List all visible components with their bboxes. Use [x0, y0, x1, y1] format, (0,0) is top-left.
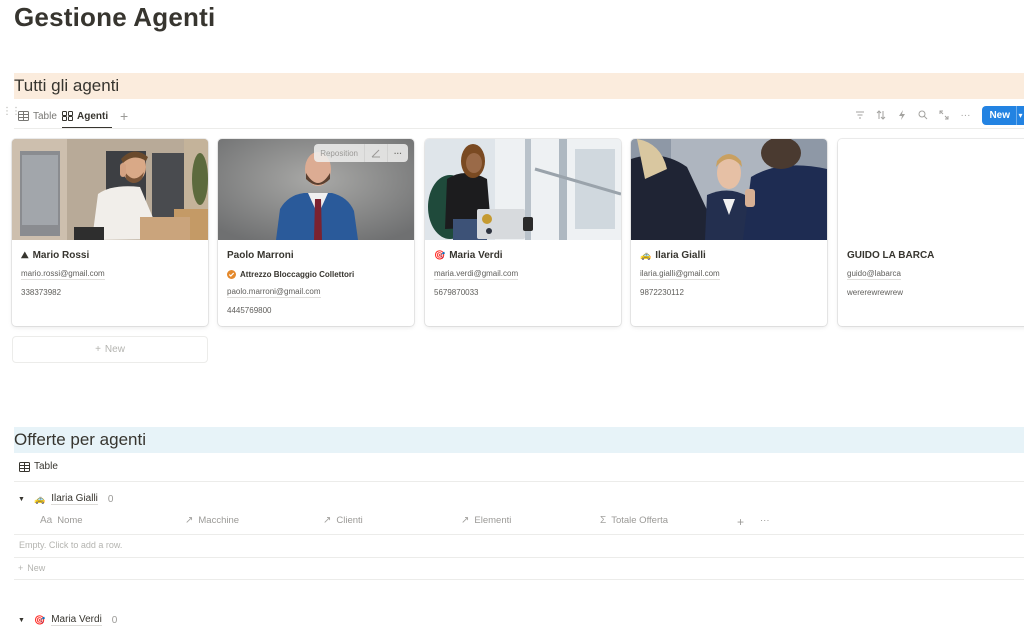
add-view-button[interactable]: + [120, 103, 128, 129]
tab-offers-table-label: Table [34, 461, 58, 472]
agent-email[interactable]: paolo.marroni@gmail.com [227, 286, 406, 299]
agent-name: Paolo Marroni [227, 249, 294, 261]
agent-email[interactable]: mario.rossi@gmail.com [21, 268, 200, 281]
header-divider [14, 534, 1024, 535]
more-icon[interactable]: ··· [955, 105, 975, 125]
agent-name: Maria Verdi [449, 249, 503, 261]
group-count: 0 [107, 493, 114, 505]
relation-arrow-icon: ↗ [461, 515, 470, 526]
sort-icon[interactable] [871, 105, 891, 125]
agent-card[interactable]: 🚕 Ilaria Gialli ilaria.gialli@gmail.com … [631, 139, 827, 326]
plus-icon: + [18, 563, 24, 573]
agent-email[interactable]: guido@labarca [847, 268, 1024, 281]
card-title: ⛰ Mario Rossi [21, 247, 200, 263]
taxi-icon: 🚕 [34, 494, 46, 504]
group-name[interactable]: Maria Verdi [51, 614, 102, 626]
tab-table[interactable]: Table [18, 103, 57, 129]
row-divider [14, 579, 1024, 580]
card-title: Paolo Marroni [227, 247, 406, 263]
sigma-icon: Σ [600, 515, 607, 526]
view-divider [14, 481, 1024, 482]
column-header-macchine[interactable]: ↗ Macchine [185, 515, 239, 526]
table-icon [19, 461, 30, 472]
agent-card[interactable]: Reposition ··· Paolo Marroni Attrezzo Bl… [218, 139, 414, 326]
agent-name: Ilaria Gialli [655, 249, 706, 261]
agent-card[interactable]: ⛰ Mario Rossi mario.rossi@gmail.com 3383… [12, 139, 208, 326]
agent-email[interactable]: maria.verdi@gmail.com [434, 268, 613, 281]
new-card-button[interactable]: + New [12, 336, 208, 363]
more-icon[interactable]: ··· [760, 515, 770, 526]
agent-email[interactable]: ilaria.gialli@gmail.com [640, 268, 819, 281]
card-title: 🚕 Ilaria Gialli [640, 247, 819, 263]
reposition-button[interactable]: Reposition [314, 144, 364, 162]
target-icon: 🎯 [434, 250, 446, 260]
toggle-triangle-icon[interactable]: ▼ [18, 617, 28, 624]
empty-row-placeholder[interactable]: Empty. Click to add a row. [19, 540, 122, 550]
add-column-button[interactable]: + [737, 515, 744, 529]
search-icon[interactable] [913, 105, 933, 125]
relation-arrow-icon: ↗ [185, 515, 194, 526]
taxi-icon: 🚕 [640, 250, 652, 260]
cover-actions: Reposition ··· [314, 144, 408, 162]
more-icon[interactable]: ··· [387, 144, 408, 162]
mountain-icon: ⛰ [21, 250, 29, 260]
agent-relation[interactable]: Attrezzo Bloccaggio Collettori [227, 268, 406, 281]
database-toolbar: ··· New ▾ [850, 104, 1024, 126]
new-record-label: New [989, 109, 1010, 121]
check-circle-icon [227, 270, 236, 279]
group-header: ▼ 🎯 Maria Verdi 0 [18, 614, 117, 626]
offers-section-heading: Offerte per agenti [14, 427, 1024, 453]
agent-phone: 4445769800 [227, 306, 272, 315]
page-title: Gestione Agenti [14, 2, 216, 32]
new-record-button[interactable]: New ▾ [982, 105, 1024, 125]
column-header-nome[interactable]: Aa Nome [40, 515, 83, 526]
tab-offers-table[interactable]: Table [19, 461, 58, 472]
gallery-icon [62, 111, 73, 121]
toggle-triangle-icon[interactable]: ▼ [18, 496, 28, 503]
card-cover-image: Reposition ··· [218, 139, 414, 240]
tab-table-label: Table [33, 110, 57, 122]
card-cover-image [425, 139, 621, 240]
column-header-clienti[interactable]: ↗ Clienti [323, 515, 363, 526]
relation-arrow-icon: ↗ [323, 515, 332, 526]
agent-card[interactable]: 🎯 Maria Verdi maria.verdi@gmail.com 5679… [425, 139, 621, 326]
tab-agenti-label: Agenti [77, 110, 109, 122]
card-cover-image [631, 139, 827, 240]
column-header-elementi[interactable]: ↗ Elementi [461, 515, 511, 526]
agent-card[interactable]: GUIDO LA BARCA guido@labarca wererewrewr… [838, 139, 1024, 326]
row-divider [14, 557, 1024, 558]
agents-section-heading: Tutti gli agenti [14, 73, 1024, 99]
automation-icon[interactable] [892, 105, 912, 125]
text-type-icon: Aa [40, 515, 53, 526]
expand-icon[interactable] [934, 105, 954, 125]
target-icon: 🎯 [34, 615, 46, 625]
plus-icon: + [95, 344, 101, 355]
agent-phone: 5679870033 [434, 288, 479, 297]
new-row-button[interactable]: + New [18, 563, 45, 573]
new-card-label: New [104, 344, 125, 355]
table-icon [18, 111, 29, 121]
view-bar-divider [14, 128, 1024, 129]
group-name[interactable]: Ilaria Gialli [51, 493, 98, 505]
agent-phone: wererewrewrew [847, 288, 904, 297]
tab-agenti[interactable]: Agenti [62, 103, 113, 129]
chevron-down-icon[interactable]: ▾ [1016, 105, 1024, 125]
filter-icon[interactable] [850, 105, 870, 125]
agent-phone: 9872230112 [640, 288, 684, 297]
drag-handle-icon[interactable]: ⋮⋮ [2, 107, 21, 117]
column-header-totale-offerta[interactable]: Σ Totale Offerta [600, 515, 668, 526]
group-count: 0 [111, 614, 118, 626]
group-header: ▼ 🚕 Ilaria Gialli 0 [18, 493, 113, 505]
card-title: GUIDO LA BARCA [847, 247, 1024, 263]
agent-name: Mario Rossi [32, 249, 90, 261]
agent-name: GUIDO LA BARCA [847, 249, 935, 261]
card-title: 🎯 Maria Verdi [434, 247, 613, 263]
edit-cover-icon[interactable] [364, 144, 387, 162]
agent-phone: 338373982 [21, 288, 62, 297]
card-cover-image [12, 139, 208, 240]
